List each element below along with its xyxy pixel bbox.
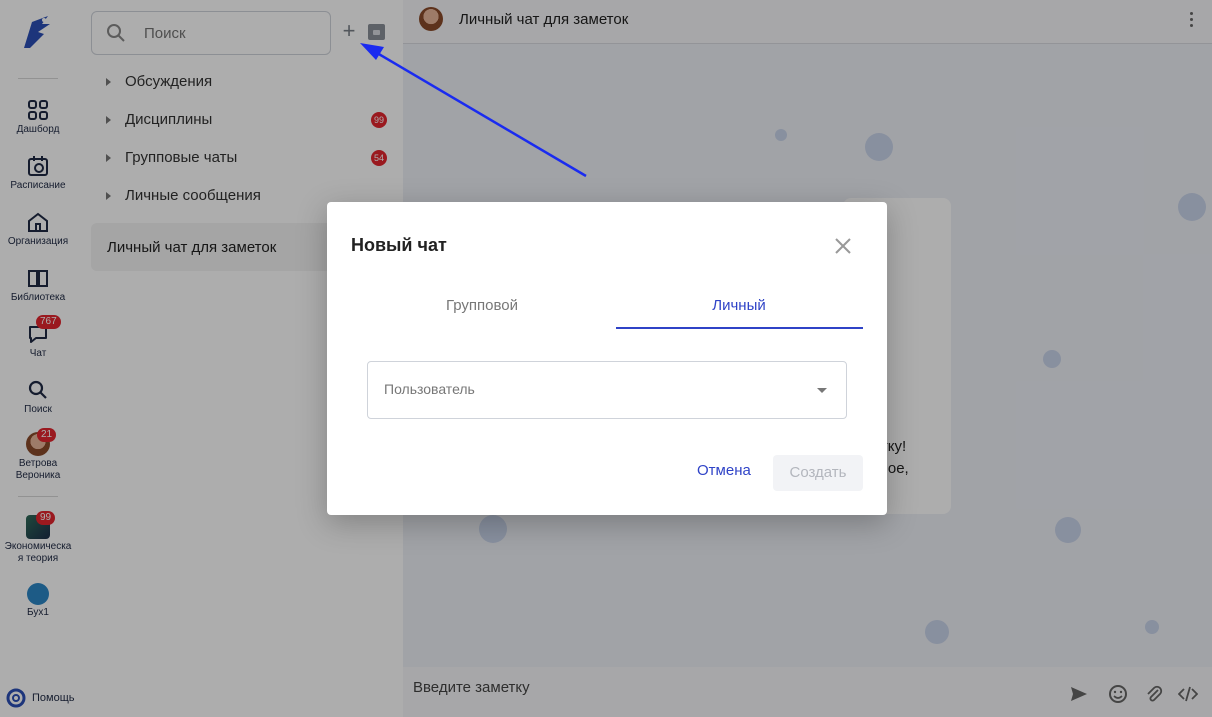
active-tab-indicator — [616, 327, 863, 329]
close-icon[interactable] — [833, 236, 853, 256]
create-button[interactable]: Создать — [773, 455, 863, 491]
cancel-button[interactable]: Отмена — [697, 462, 751, 479]
user-select-placeholder: Пользователь — [384, 381, 475, 397]
dialog-title: Новый чат — [351, 235, 447, 255]
new-chat-dialog: Новый чат Групповой Личный Пользователь … — [327, 202, 887, 515]
tab-group[interactable]: Групповой — [382, 297, 582, 314]
chevron-down-icon — [817, 388, 827, 393]
user-select[interactable]: Пользователь — [367, 361, 847, 419]
tab-personal[interactable]: Личный — [639, 297, 839, 314]
